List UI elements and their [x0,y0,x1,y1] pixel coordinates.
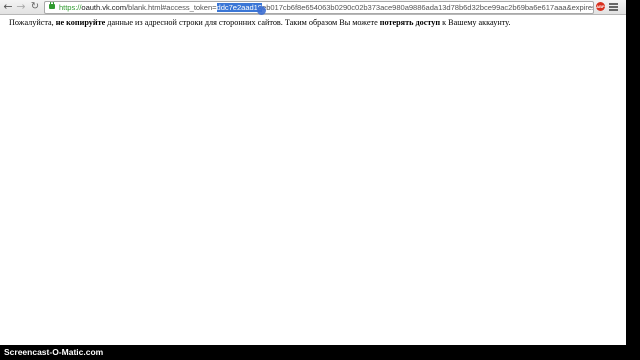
url-path: /blank.html#access_token= [125,3,217,12]
lock-icon[interactable] [49,2,55,9]
mouse-cursor-highlight [257,6,266,15]
notice-bold-2: потерять доступ [379,18,441,27]
menu-icon[interactable] [609,3,618,11]
security-notice: Пожалуйста, не копируйте данные из адрес… [9,17,511,28]
url-scheme: https:// [59,3,82,12]
notice-text-2: данные из адресной строки для сторонних … [105,18,380,27]
url-path-rest: eb017cb6f8e654063b0290c02b373ace980a9886… [262,3,594,12]
url-text[interactable]: https://oauth.vk.com/blank.html#access_t… [59,2,594,13]
url-host: oauth.vk.com [81,3,126,12]
page-content: Пожалуйста, не копируйте данные из адрес… [0,15,626,345]
browser-toolbar: ← → ↻ https://oauth.vk.com/blank.html#ac… [0,0,626,15]
reload-icon[interactable]: ↻ [29,1,41,13]
extension-icon[interactable]: ABP [596,2,605,11]
screencast-watermark: Screencast-O-Matic.com [4,347,104,357]
screen: ← → ↻ https://oauth.vk.com/blank.html#ac… [0,0,640,360]
notice-text-1: Пожалуйста, [9,18,56,27]
address-bar[interactable]: https://oauth.vk.com/blank.html#access_t… [44,1,594,14]
url-selected-token[interactable]: ddc7e2aad19 [216,3,262,12]
notice-text-3: к Вашему аккаунту. [440,18,511,27]
notice-bold-1: не копируйте [55,18,106,27]
forward-arrow-icon[interactable]: → [15,1,27,13]
back-arrow-icon[interactable]: ← [2,1,14,13]
